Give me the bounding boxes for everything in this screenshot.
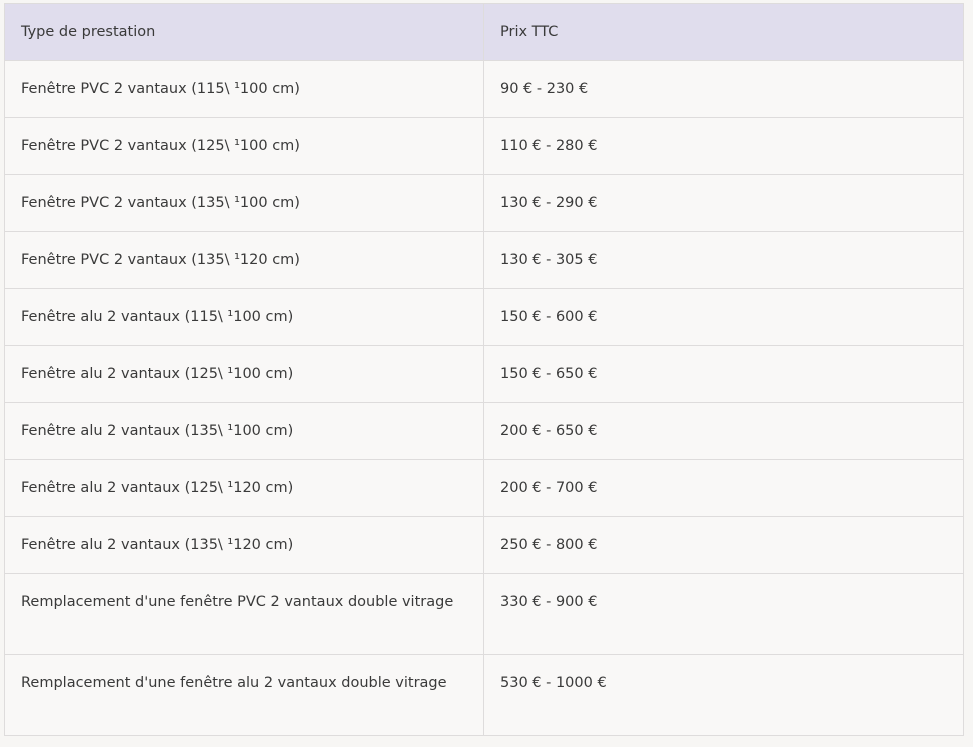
cell-price: 250 € - 800 € bbox=[483, 516, 964, 574]
cell-type: Remplacement d'une fenêtre PVC 2 vantaux… bbox=[4, 573, 484, 655]
cell-type: Fenêtre alu 2 vantaux (125\ ¹120 cm) bbox=[4, 459, 484, 517]
cell-price: 130 € - 290 € bbox=[483, 174, 964, 232]
table-row: Remplacement d'une fenêtre PVC 2 vantaux… bbox=[4, 573, 964, 655]
header-type-de-prestation: Type de prestation bbox=[4, 3, 484, 61]
table-row: Remplacement d'une fenêtre alu 2 vantaux… bbox=[4, 654, 964, 736]
table-row: Fenêtre alu 2 vantaux (135\ ¹120 cm) 250… bbox=[4, 516, 964, 574]
table-row: Fenêtre PVC 2 vantaux (115\ ¹100 cm) 90 … bbox=[4, 60, 964, 118]
cell-price: 90 € - 230 € bbox=[483, 60, 964, 118]
price-table: Type de prestation Prix TTC Fenêtre PVC … bbox=[4, 3, 964, 736]
table-row: Fenêtre alu 2 vantaux (125\ ¹120 cm) 200… bbox=[4, 459, 964, 517]
cell-price: 150 € - 600 € bbox=[483, 288, 964, 346]
table-row: Fenêtre PVC 2 vantaux (125\ ¹100 cm) 110… bbox=[4, 117, 964, 175]
table-row: Fenêtre PVC 2 vantaux (135\ ¹120 cm) 130… bbox=[4, 231, 964, 289]
cell-price: 200 € - 700 € bbox=[483, 459, 964, 517]
price-table-container: Type de prestation Prix TTC Fenêtre PVC … bbox=[4, 3, 964, 736]
table-row: Fenêtre alu 2 vantaux (115\ ¹100 cm) 150… bbox=[4, 288, 964, 346]
table-row: Fenêtre alu 2 vantaux (125\ ¹100 cm) 150… bbox=[4, 345, 964, 403]
table-header-row: Type de prestation Prix TTC bbox=[4, 3, 964, 61]
cell-type: Fenêtre PVC 2 vantaux (135\ ¹120 cm) bbox=[4, 231, 484, 289]
cell-type: Fenêtre alu 2 vantaux (135\ ¹120 cm) bbox=[4, 516, 484, 574]
cell-price: 200 € - 650 € bbox=[483, 402, 964, 460]
cell-type: Fenêtre alu 2 vantaux (115\ ¹100 cm) bbox=[4, 288, 484, 346]
cell-type: Remplacement d'une fenêtre alu 2 vantaux… bbox=[4, 654, 484, 736]
cell-price: 530 € - 1000 € bbox=[483, 654, 964, 736]
cell-price: 330 € - 900 € bbox=[483, 573, 964, 655]
table-row: Fenêtre PVC 2 vantaux (135\ ¹100 cm) 130… bbox=[4, 174, 964, 232]
cell-type: Fenêtre alu 2 vantaux (125\ ¹100 cm) bbox=[4, 345, 484, 403]
cell-price: 110 € - 280 € bbox=[483, 117, 964, 175]
cell-type: Fenêtre alu 2 vantaux (135\ ¹100 cm) bbox=[4, 402, 484, 460]
cell-type: Fenêtre PVC 2 vantaux (115\ ¹100 cm) bbox=[4, 60, 484, 118]
cell-price: 130 € - 305 € bbox=[483, 231, 964, 289]
header-prix-ttc: Prix TTC bbox=[483, 3, 964, 61]
table-row: Fenêtre alu 2 vantaux (135\ ¹100 cm) 200… bbox=[4, 402, 964, 460]
cell-type: Fenêtre PVC 2 vantaux (125\ ¹100 cm) bbox=[4, 117, 484, 175]
cell-type: Fenêtre PVC 2 vantaux (135\ ¹100 cm) bbox=[4, 174, 484, 232]
cell-price: 150 € - 650 € bbox=[483, 345, 964, 403]
